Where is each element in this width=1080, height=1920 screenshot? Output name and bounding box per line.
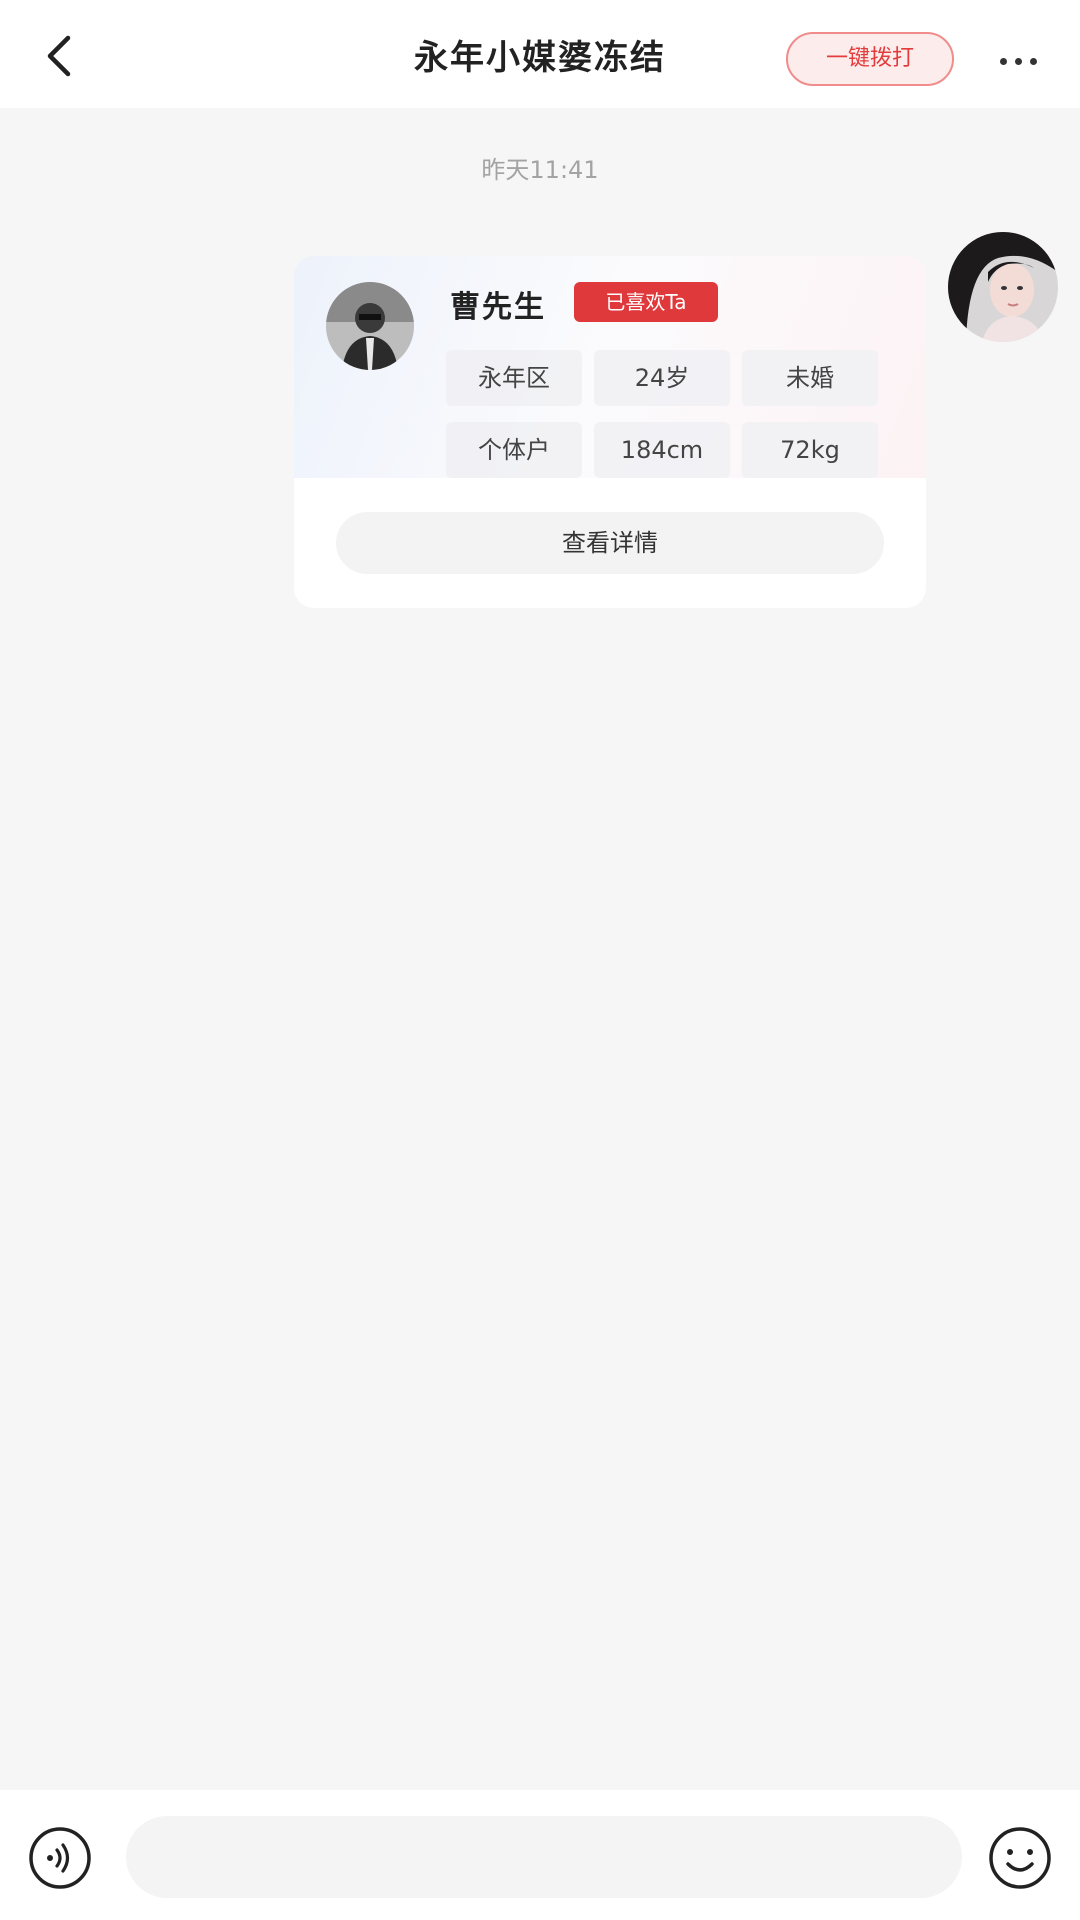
emoji-icon: [989, 1827, 1051, 1889]
input-bar: [0, 1790, 1080, 1920]
info-district: 永年区: [446, 350, 582, 406]
profile-name: 曹先生: [450, 290, 546, 325]
view-details-button[interactable]: 查看详情: [336, 512, 884, 574]
info-age: 24岁: [594, 350, 730, 406]
info-occupation: 个体户: [446, 422, 582, 478]
header-bar: 永年小媒婆冻结 一键拨打: [0, 0, 1080, 108]
more-horizontal-icon: [996, 38, 1042, 74]
one-click-call-button[interactable]: 一键拨打: [786, 32, 954, 86]
chat-screen: 永年小媒婆冻结 一键拨打 昨天11:41 曹先生 已喜欢Ta 永年区 24岁 未…: [0, 0, 1080, 1920]
info-height: 184cm: [594, 422, 730, 478]
emoji-button[interactable]: [988, 1826, 1052, 1890]
message-timestamp: 昨天11:41: [481, 156, 599, 184]
my-avatar[interactable]: [948, 232, 1058, 342]
liked-badge: 已喜欢Ta: [574, 282, 718, 322]
profile-card-message[interactable]: 曹先生 已喜欢Ta 永年区 24岁 未婚 个体户 184cm 72kg 查看详情: [294, 256, 926, 608]
info-marital-status: 未婚: [742, 350, 878, 406]
info-weight: 72kg: [742, 422, 878, 478]
profile-avatar[interactable]: [326, 282, 414, 370]
more-button[interactable]: [996, 38, 1042, 74]
message-input[interactable]: [126, 1816, 962, 1898]
voice-button[interactable]: [28, 1826, 92, 1890]
voice-icon: [29, 1827, 91, 1889]
